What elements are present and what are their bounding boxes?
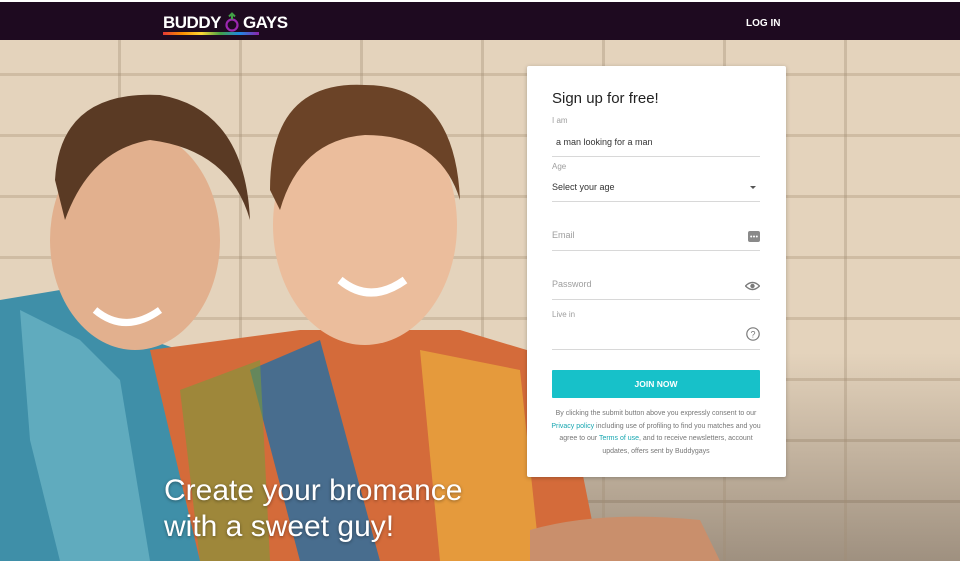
password-field[interactable]: Password	[552, 265, 761, 300]
terms-of-use-link[interactable]: Terms of use	[599, 435, 639, 442]
eye-icon[interactable]	[744, 278, 761, 296]
headline-line-2: with a sweet guy!	[164, 510, 395, 543]
headline-line-1: Create your bromance	[164, 474, 463, 507]
top-navigation-bar: BUDDY GAYS LOG IN	[0, 0, 960, 40]
form-title: Sign up for free!	[552, 90, 659, 107]
logo-text-right: GAYS	[242, 13, 288, 32]
svg-text:?: ?	[750, 329, 755, 339]
privacy-policy-link[interactable]: Privacy policy	[551, 423, 594, 430]
legal-text-part-1: By clicking the submit button above you …	[555, 410, 757, 417]
age-select-value[interactable]: Select your age	[552, 182, 615, 192]
join-now-button[interactable]: JOIN NOW	[552, 370, 760, 398]
logo-rainbow-underline	[163, 32, 259, 35]
logo-text-left: BUDDY	[163, 13, 221, 32]
password-placeholder: Password	[552, 279, 592, 289]
age-label: Age	[552, 162, 567, 171]
i-am-value[interactable]: a man looking for a man	[556, 137, 653, 147]
hero-headline: Create your bromance with a sweet guy!	[164, 473, 462, 545]
live-in-field[interactable]: Live in ?	[552, 310, 760, 350]
email-dots-icon	[748, 229, 760, 247]
dropdown-caret-icon[interactable]	[750, 186, 756, 189]
i-am-label: I am	[552, 116, 568, 125]
live-in-label: Live in	[552, 310, 576, 319]
legal-consent-text: By clicking the submit button above you …	[549, 408, 763, 458]
age-select[interactable]: Age Select your age	[552, 162, 760, 202]
hero-background-image	[0, 40, 960, 561]
login-link[interactable]: LOG IN	[746, 18, 780, 29]
email-placeholder: Email	[552, 230, 575, 240]
signup-form-card: Sign up for free! I am a man looking for…	[527, 66, 786, 477]
help-question-icon[interactable]: ?	[746, 327, 760, 346]
hero-people-illustration	[0, 84, 720, 561]
i-am-field[interactable]: I am a man looking for a man	[552, 116, 760, 157]
email-field[interactable]: Email	[552, 216, 760, 251]
